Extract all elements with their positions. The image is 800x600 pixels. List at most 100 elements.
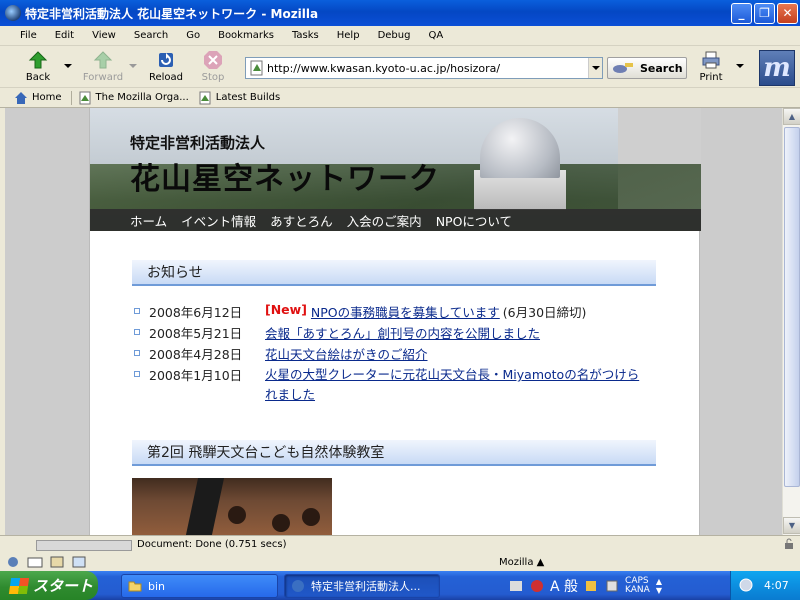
minimize-button[interactable]: _ [731,3,752,24]
search-button[interactable]: Search [607,57,687,79]
forward-button[interactable]: Forward [82,48,124,86]
personal-toolbar: Home The Mozilla Orga... Latest Builds [0,88,800,108]
scroll-up-arrow[interactable]: ▲ [783,108,800,125]
stop-button[interactable]: Stop [197,48,229,86]
menu-view[interactable]: View [83,30,125,41]
scroll-thumb[interactable] [784,127,800,487]
maximize-button[interactable]: ❐ [754,3,775,24]
caps-kana-indicator: CAPS KANA [625,577,650,595]
news-link-wrapper: 火星の大型クレーターに元花山天文台長・Miyamotoの名がつけら れました [265,365,639,405]
menu-debug[interactable]: Debug [369,30,420,41]
print-label: Print [699,72,723,83]
url-bar[interactable] [245,57,603,79]
page-proxy-icon[interactable] [249,60,265,76]
taskbar-item-label: bin [148,579,166,593]
home-icon [14,91,28,105]
menu-go[interactable]: Go [177,30,209,41]
menu-edit[interactable]: Edit [46,30,83,41]
news-link-continued[interactable]: れました [265,385,315,405]
ime-status-icon[interactable] [529,578,545,594]
ime-mode-label[interactable]: A 般 [550,576,578,596]
event-heading: 第2回 飛騨天文台こども自然体験教室 [132,440,656,466]
new-badge: [New] [265,302,307,317]
toolbar-separator [70,90,72,105]
menu-bar: File Edit View Search Go Bookmarks Tasks… [0,26,800,46]
menu-file[interactable]: File [8,30,46,41]
nav-membership[interactable]: 入会のご案内 [347,211,422,230]
forward-history-dropdown[interactable] [129,64,137,68]
menu-tasks[interactable]: Tasks [283,30,328,41]
menu-help[interactable]: Help [328,30,369,41]
print-options-dropdown[interactable] [736,64,744,68]
scroll-down-arrow[interactable]: ▼ [783,517,800,534]
bullet-icon [134,308,140,314]
child-figure [228,506,246,524]
status-bar: Document: Done (0.751 secs) Mozilla ▲ [0,535,800,571]
back-arrow-icon [28,50,48,70]
stop-label: Stop [201,72,225,83]
menu-bookmarks[interactable]: Bookmarks [209,30,283,41]
taskbar-item-mozilla[interactable]: 特定非営利活動法人... [284,574,440,598]
bookmark-mozilla-org-label: The Mozilla Orga... [95,92,189,103]
reload-label: Reload [148,72,184,83]
back-button[interactable]: Back [20,48,56,86]
telescope-shape [185,478,225,535]
bookmark-home[interactable]: Home [14,91,62,105]
bookmark-latest-builds[interactable]: Latest Builds [198,91,280,105]
window-title: 特定非営利活動法人 花山星空ネットワーク - Mozilla [25,6,319,21]
bullet-icon [134,371,140,377]
content-viewport: 特定非営利活動法人 花山星空ネットワーク ホーム イベント情報 あすとろん 入会… [5,108,782,535]
observatory-dome-image [480,118,560,178]
mozilla-throbber-logo[interactable]: m [759,50,795,86]
bookmark-latest-builds-label: Latest Builds [215,92,281,103]
news-link[interactable]: 会報「あすとろん」創刊号の内容を公開しました [265,323,540,343]
news-link[interactable]: NPOの事務職員を募集しています [311,302,500,322]
back-history-dropdown[interactable] [64,64,72,68]
composer-icon[interactable] [48,555,66,569]
menu-search[interactable]: Search [125,30,177,41]
site-nav: ホーム イベント情報 あすとろん 入会のご案内 NPOについて [90,209,701,231]
news-date: 2008年5月21日 [149,326,243,341]
progress-meter [36,540,132,551]
taskbar-item-bin[interactable]: bin [121,574,278,598]
bookmark-page-icon [78,91,92,105]
search-icon [611,61,635,75]
clock[interactable]: 4:07 [764,579,789,592]
ime-tool-icon[interactable] [583,578,599,594]
news-item: 2008年6月12日 [New] NPOの事務職員を募集しています (6月30日… [132,302,586,322]
nav-home[interactable]: ホーム [130,211,167,230]
mail-icon[interactable] [26,555,44,569]
volume-icon[interactable] [738,577,754,593]
site-name-heading: 花山星空ネットワーク [130,162,440,197]
nav-astron[interactable]: あすとろん [270,211,333,230]
news-link[interactable]: 火星の大型クレーターに元花山天文台長・Miyamotoの名がつけら [265,365,639,385]
ime-icon[interactable] [508,578,524,594]
print-button[interactable]: Print [693,48,729,86]
news-note: (6月30日締切) [502,305,587,320]
forward-arrow-icon [93,50,113,70]
ime-pad-icon[interactable] [604,578,620,594]
url-history-dropdown[interactable] [588,58,602,78]
org-type-text: 特定非営利活動法人 [130,134,266,152]
start-button[interactable]: スタート [0,571,98,600]
bookmark-mozilla-org[interactable]: The Mozilla Orga... [78,91,189,105]
close-button[interactable]: ✕ [777,3,798,24]
nav-about-npo[interactable]: NPOについて [436,211,512,230]
bullet-icon [134,329,140,335]
menu-qa[interactable]: QA [419,30,452,41]
addressbook-icon[interactable] [70,555,88,569]
url-input[interactable] [267,59,588,77]
event-heading-text: 第2回 飛騨天文台こども自然体験教室 [147,445,385,461]
security-lock-icon[interactable] [783,538,795,550]
bookmark-page-icon [198,91,212,105]
component-bar-label[interactable]: Mozilla ▲ [499,557,544,568]
news-link[interactable]: 花山天文台絵はがきのご紹介 [265,344,428,364]
bookmark-home-label: Home [32,92,62,103]
web-page: 特定非営利活動法人 花山星空ネットワーク ホーム イベント情報 あすとろん 入会… [89,108,701,535]
news-item: 2008年5月21日 会報「あすとろん」創刊号の内容を公開しました [132,323,540,343]
navigator-icon[interactable] [4,555,22,569]
reload-button[interactable]: Reload [148,48,184,86]
nav-events[interactable]: イベント情報 [181,211,256,230]
vertical-scrollbar[interactable]: ▲ ▼ [782,108,800,535]
langbar-arrows[interactable]: ▲ ▼ [656,577,662,595]
